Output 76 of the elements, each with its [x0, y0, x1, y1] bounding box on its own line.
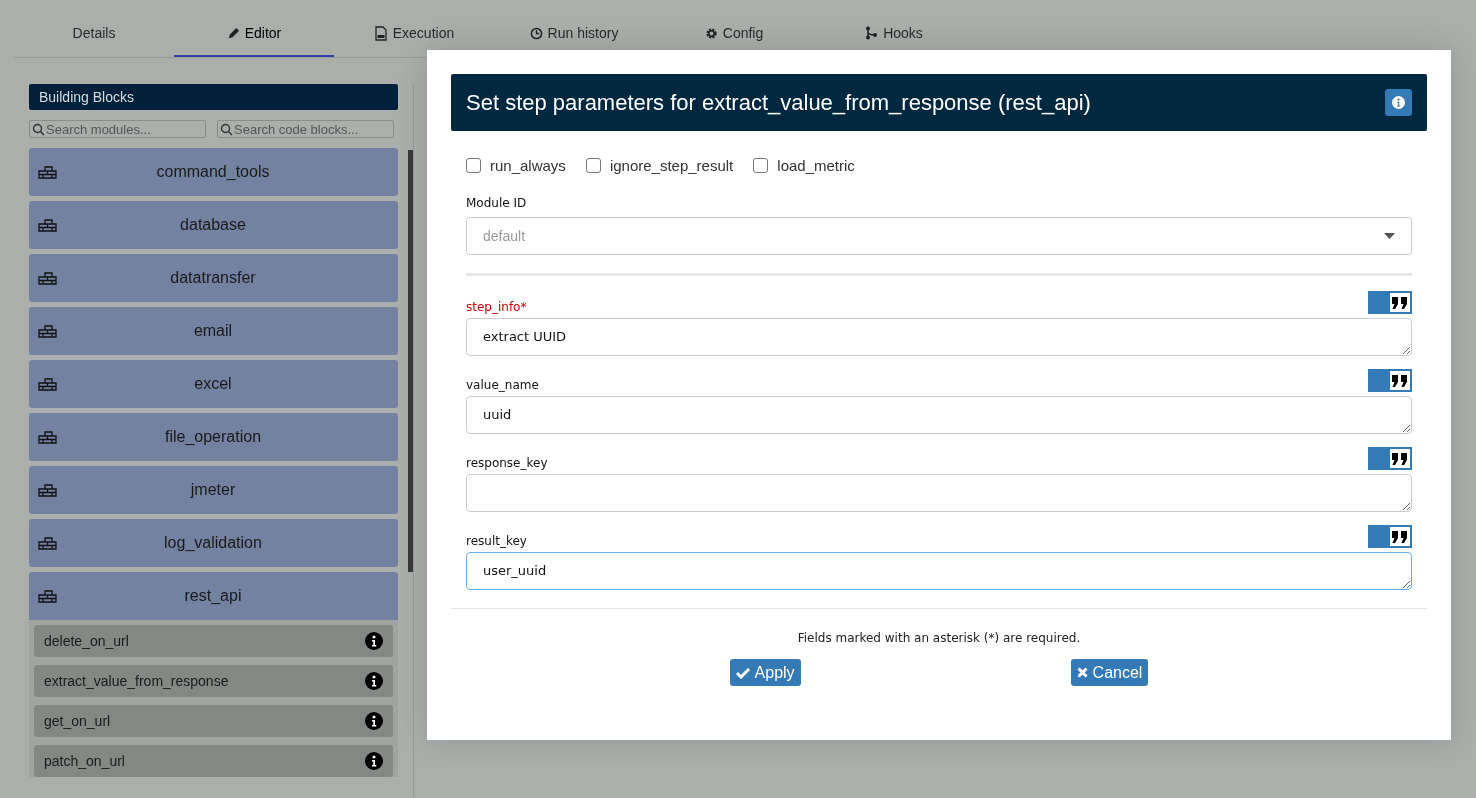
text-field[interactable]: extract UUID [466, 318, 1412, 356]
dialog-title: Set step parameters for extract_value_from_response (rest_api) [466, 89, 1091, 116]
field-label: result_key [466, 534, 527, 548]
search-field[interactable]: Search modules... [29, 120, 206, 138]
field-label: Module ID [466, 196, 528, 210]
search-icon [32, 123, 45, 136]
quote-icon [1392, 530, 1408, 543]
module-row[interactable]: log_validation [29, 519, 398, 567]
code-block-item[interactable]: patch_on_url [34, 745, 393, 777]
checkbox[interactable] [466, 158, 481, 173]
bricks-icon [38, 165, 57, 179]
pencil-icon [226, 26, 240, 40]
info-icon[interactable] [365, 752, 383, 770]
module-row[interactable]: database [29, 201, 398, 249]
bricks-icon [38, 377, 57, 391]
text-field[interactable]: uuid [466, 396, 1412, 434]
info-icon[interactable] [365, 712, 383, 730]
info-icon [1392, 96, 1405, 109]
info-icon[interactable] [365, 672, 383, 690]
bricks-icon [38, 430, 57, 444]
module-row[interactable]: command_tools [29, 148, 398, 196]
checkbox[interactable] [753, 158, 769, 173]
tab[interactable]: Config [704, 24, 764, 42]
bricks-icon [38, 483, 57, 497]
module-row[interactable]: jmeter [29, 466, 398, 514]
code-block-item[interactable]: delete_on_url [34, 625, 393, 657]
text-field[interactable]: user_uuid [466, 552, 1412, 590]
search-field[interactable]: Search code blocks... [217, 120, 394, 138]
bricks-icon [38, 324, 57, 338]
info-button[interactable] [1385, 89, 1412, 116]
gear-icon [704, 26, 718, 40]
tab[interactable]: Editor [226, 24, 282, 42]
quote-icon [1392, 452, 1408, 465]
scrollbar[interactable] [408, 150, 413, 572]
bricks-icon [38, 589, 57, 603]
tab[interactable]: Run history [529, 24, 619, 42]
module-id-dropdown[interactable]: default [466, 217, 1412, 255]
panel-header: Building Blocks [29, 84, 398, 110]
quote-icon [1392, 374, 1408, 387]
bricks-icon [38, 271, 57, 285]
module-row[interactable]: rest_api [29, 572, 398, 620]
module-row[interactable]: datatransfer [29, 254, 398, 302]
checkbox-option[interactable]: run_always [466, 157, 566, 174]
required-note: Fields marked with an asterisk (*) are required. [797, 631, 1081, 645]
module-row[interactable]: file_operation [29, 413, 398, 461]
checkmark-icon [735, 666, 750, 679]
field-label: step_info* [466, 300, 527, 314]
quote-icon [1392, 296, 1408, 309]
bricks-icon [38, 536, 57, 550]
tab[interactable]: Hooks [865, 24, 923, 42]
toggle-switch[interactable] [1368, 369, 1412, 392]
toggle-switch[interactable] [1368, 525, 1412, 548]
tab[interactable]: Details [72, 24, 116, 42]
toggle-switch[interactable] [1368, 291, 1412, 314]
close-icon [1076, 667, 1088, 678]
checkbox[interactable] [585, 158, 601, 173]
log-file-icon [373, 25, 388, 41]
clock-icon [529, 26, 543, 40]
module-row[interactable]: excel [29, 360, 398, 408]
tab[interactable]: Execution [373, 24, 455, 42]
field-label: value_name [466, 378, 539, 392]
toggle-switch[interactable] [1368, 447, 1412, 470]
info-icon[interactable] [365, 632, 383, 650]
branch-icon [865, 26, 879, 40]
checkbox-option[interactable]: ignore_step_result [585, 157, 734, 174]
module-row[interactable]: email [29, 307, 398, 355]
checkbox-option[interactable]: load_metric [753, 157, 855, 174]
bricks-icon [38, 218, 57, 232]
code-block-item[interactable]: extract_value_from_response [34, 665, 393, 697]
field-label: response_key [466, 456, 548, 470]
code-block-item[interactable]: get_on_url [34, 705, 393, 737]
cancel-button[interactable]: Cancel [1070, 659, 1149, 686]
apply-button[interactable]: Apply [729, 659, 801, 686]
caret-icon [1384, 233, 1395, 239]
search-icon [220, 123, 233, 136]
text-field[interactable] [466, 474, 1412, 512]
